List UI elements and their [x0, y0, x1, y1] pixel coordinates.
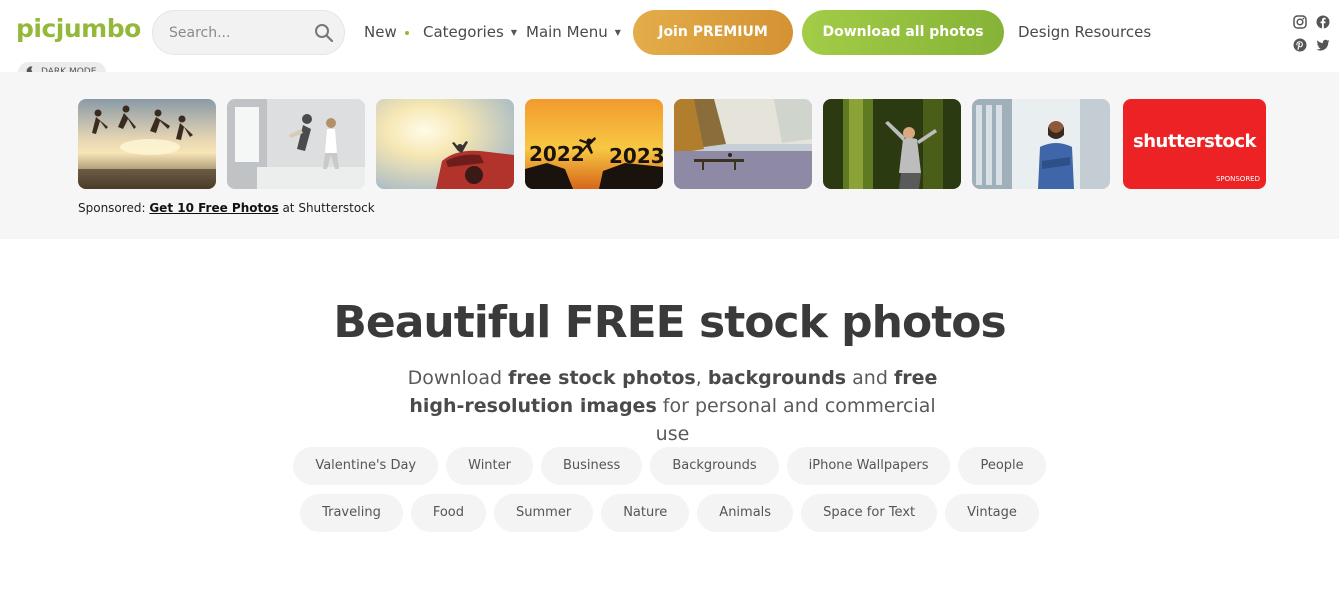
nav-new-label: New: [364, 23, 397, 41]
tag-vintage[interactable]: Vintage: [945, 494, 1039, 532]
search-box[interactable]: [152, 10, 345, 55]
sponsored-band: 2022 2023 shutterstock SPONSORED Sponsor…: [0, 72, 1339, 239]
tag-business[interactable]: Business: [540, 447, 643, 485]
page-title: Beautiful FREE stock photos: [333, 297, 1006, 348]
logo[interactable]: picjumbo: [16, 14, 141, 43]
join-premium-button[interactable]: Join PREMIUM: [633, 10, 793, 55]
design-resources-link[interactable]: Design Resources: [1018, 23, 1151, 41]
nav-categories[interactable]: Categories ▼: [423, 23, 517, 41]
tag-traveling[interactable]: Traveling: [300, 494, 403, 532]
hero-subtitle: Download free stock photos, backgrounds …: [400, 364, 945, 448]
hero-sub-text: for personal and commercial use: [655, 395, 936, 445]
couple-bed-jump-image: [227, 99, 365, 189]
tag-row: Traveling Food Summer Nature Animals Spa…: [0, 494, 1339, 532]
friends-beach-jump-image: [78, 99, 216, 189]
tag-backgrounds[interactable]: Backgrounds: [650, 447, 779, 485]
nav-new[interactable]: New: [364, 23, 409, 41]
free-photos-link[interactable]: Get 10 Free Photos: [149, 201, 278, 215]
sponsored-thumbnail[interactable]: [78, 99, 216, 189]
sponsored-thumbnail[interactable]: [376, 99, 514, 189]
hero-sub-strong: backgrounds: [707, 367, 847, 389]
nav-categories-label: Categories: [423, 23, 504, 41]
search-icon[interactable]: [313, 22, 335, 44]
tag-nature[interactable]: Nature: [601, 494, 690, 532]
tag-row: Valentine's Day Winter Business Backgrou…: [0, 447, 1339, 485]
search-input[interactable]: [169, 22, 304, 44]
sponsored-thumbnail[interactable]: [227, 99, 365, 189]
hero-sub-text: and: [846, 367, 894, 389]
man-city-image: [972, 99, 1110, 189]
hero-sub-text: ,: [695, 367, 708, 389]
tag-summer[interactable]: Summer: [494, 494, 594, 532]
sponsored-suffix: at Shutterstock: [282, 201, 375, 215]
new-dot-icon: [404, 30, 409, 35]
tag-winter[interactable]: Winter: [446, 447, 533, 485]
sponsored-thumbnail[interactable]: 2022 2023: [525, 99, 663, 189]
sponsored-thumbnail[interactable]: [823, 99, 961, 189]
svg-text:2022: 2022: [529, 142, 585, 166]
tag-animals[interactable]: Animals: [697, 494, 794, 532]
tag-iphone-wallpapers[interactable]: iPhone Wallpapers: [786, 447, 951, 485]
tag-food[interactable]: Food: [410, 494, 487, 532]
sponsored-thumbnail[interactable]: [972, 99, 1110, 189]
woman-red-car-sunset-image: [376, 99, 514, 189]
shutterstock-ad[interactable]: shutterstock SPONSORED: [1123, 99, 1266, 189]
lake-dock-image: [674, 99, 812, 189]
sponsored-prefix: Sponsored:: [78, 201, 146, 215]
new-year-image: 2022 2023: [525, 99, 663, 189]
tag-space-for-text[interactable]: Space for Text: [801, 494, 938, 532]
nav-main-menu-label: Main Menu: [526, 23, 608, 41]
instagram-icon[interactable]: [1293, 14, 1307, 29]
woman-forest-image: [823, 99, 961, 189]
hero-sub-strong: free stock photos: [508, 367, 696, 389]
twitter-icon[interactable]: [1316, 37, 1330, 51]
sponsored-thumbnail[interactable]: [674, 99, 812, 189]
caret-down-icon: ▼: [510, 28, 518, 37]
download-all-photos-button[interactable]: Download all photos: [802, 10, 1004, 55]
caret-down-icon: ▼: [614, 28, 621, 37]
nav-main-menu[interactable]: Main Menu ▼: [526, 23, 621, 41]
sponsored-text: Sponsored: Get 10 Free Photos at Shutter…: [78, 201, 375, 215]
tag-valentines-day[interactable]: Valentine's Day: [293, 447, 439, 485]
facebook-icon[interactable]: [1316, 14, 1330, 29]
site-header: picjumbo New Categories ▼ Main Menu ▼ Join…: [0, 0, 1339, 66]
svg-text:2023: 2023: [609, 144, 663, 168]
shutterstock-logo: shutterstock: [1133, 131, 1256, 152]
hero-sub-text: Download: [407, 367, 509, 389]
pinterest-icon[interactable]: [1293, 37, 1307, 52]
sponsored-badge: SPONSORED: [1215, 175, 1260, 183]
tag-people[interactable]: People: [958, 447, 1046, 485]
